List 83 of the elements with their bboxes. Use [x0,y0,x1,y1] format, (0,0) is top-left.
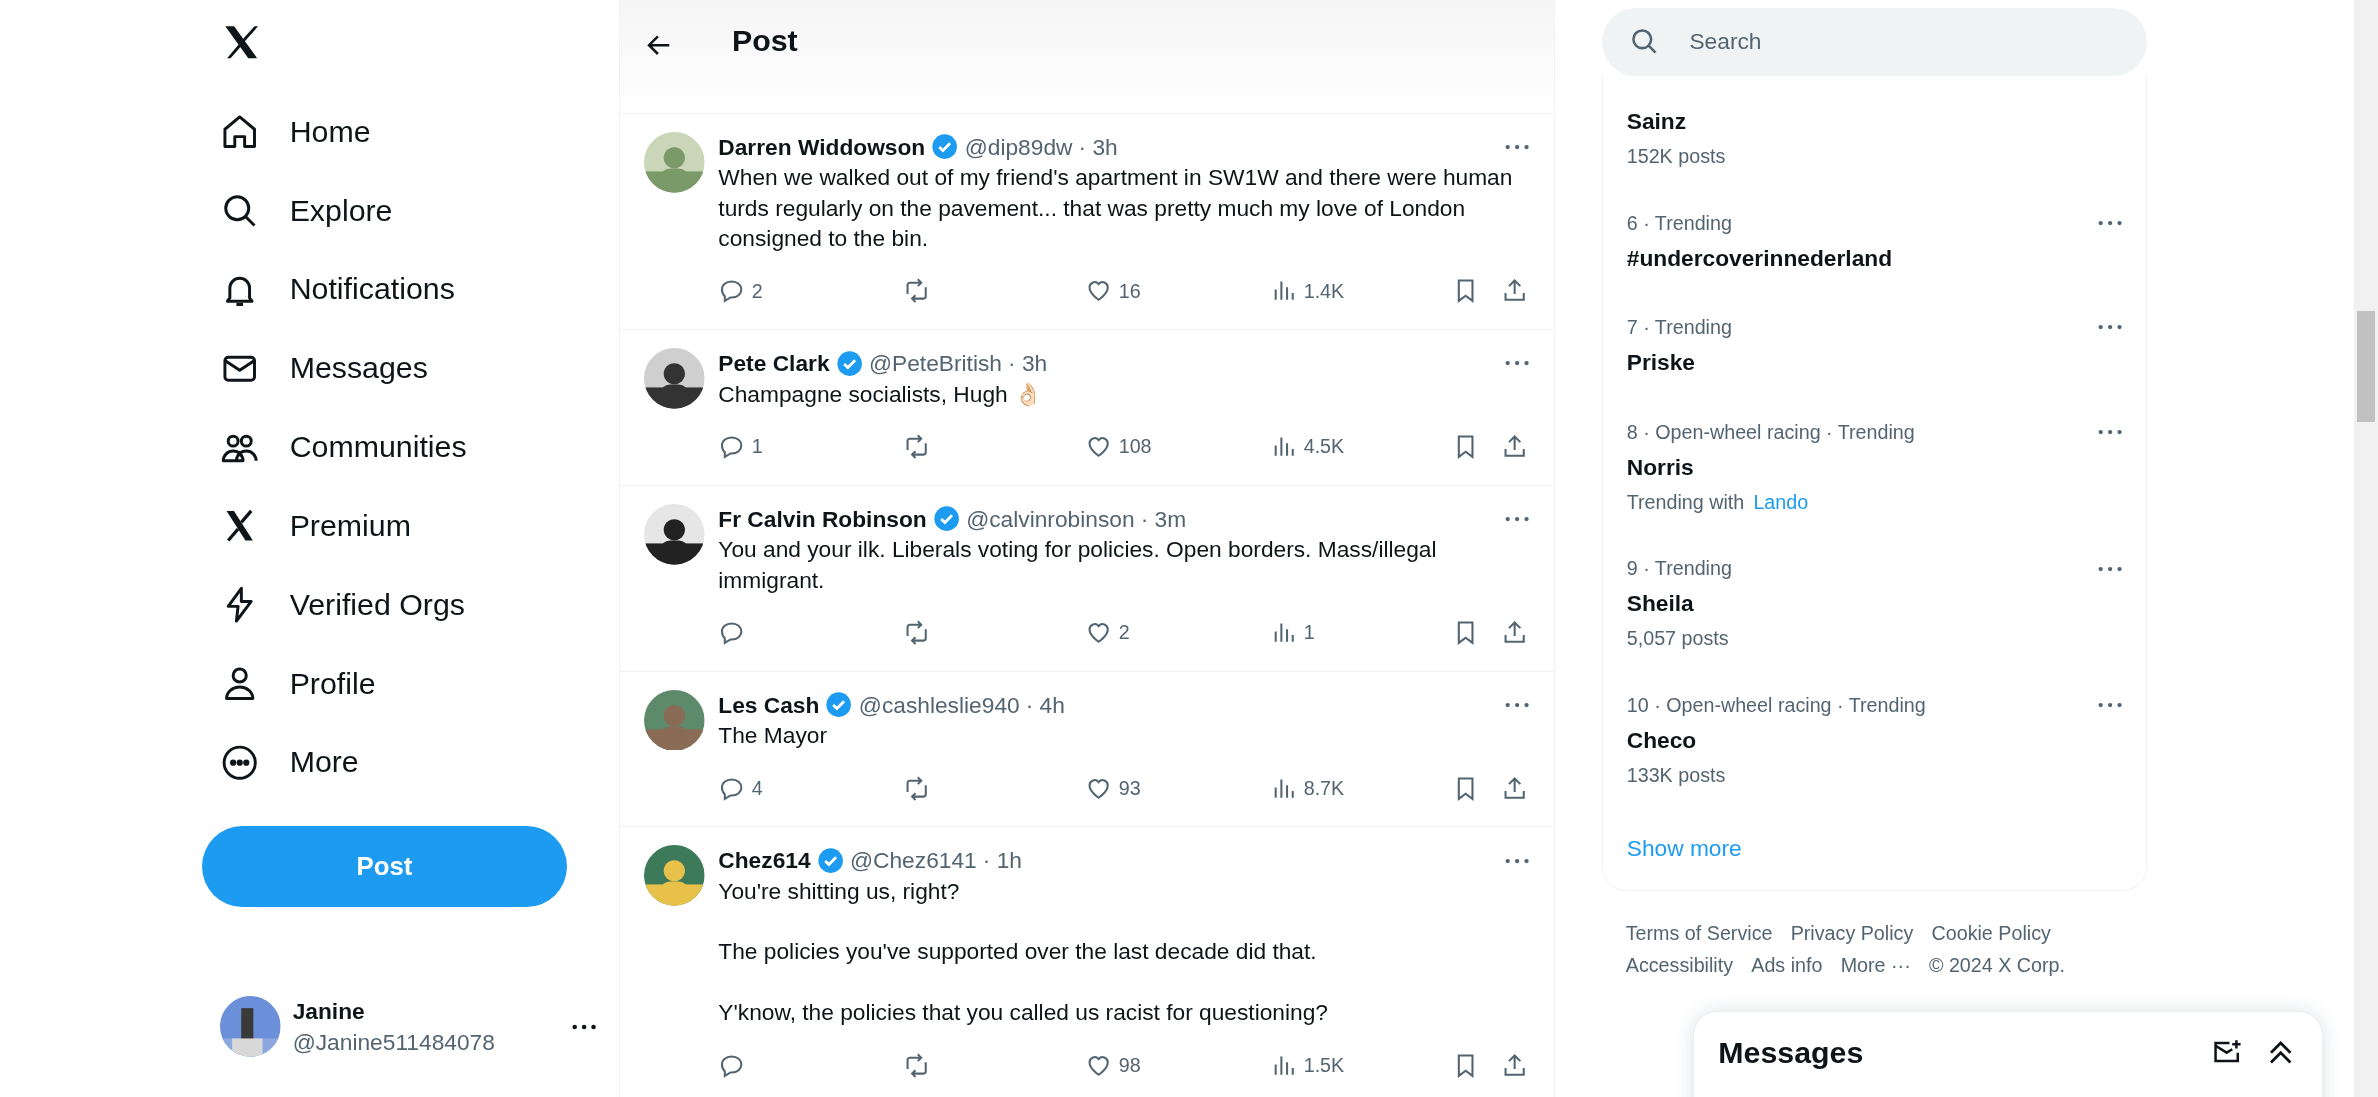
more-icon[interactable] [1505,857,1530,864]
like-count: 98 [1118,1053,1141,1077]
more-icon[interactable] [1505,701,1530,708]
author-name[interactable]: Fr Calvin Robinson [718,503,927,535]
post-time[interactable]: · 1h [982,845,1022,876]
trend-category: 8 · Open-wheel racing · Trending [1626,419,1915,445]
author-name[interactable]: Les Cash [718,689,820,721]
more-icon[interactable] [1505,144,1530,151]
footer-link[interactable]: Terms of Service [1625,921,1773,947]
post-text: You're shitting us, right? [718,876,961,906]
nav-item[interactable]: Explore [201,171,411,251]
nav-item[interactable]: Messages [201,329,447,408]
like-count: 93 [1118,776,1141,800]
account-name: Janine [292,997,366,1027]
more-icon[interactable] [2097,565,2123,572]
author-handle[interactable]: @cashleslie940 [858,689,1020,721]
view-count: 4.5K [1303,435,1345,459]
trend-name[interactable]: Sainz [1626,106,1687,137]
scrollbar[interactable] [2353,0,2378,1097]
trend-category: 6 · Trending [1626,210,1732,235]
trend-name[interactable]: Checo [1626,724,1697,756]
footer-link[interactable]: Ads info [1751,952,1823,979]
trend-category: 10 · Open-wheel racing · Trending [1626,692,1926,718]
post-text: The Mayor [718,721,828,751]
trending-with-label: Trending with [1626,489,1745,514]
post-time[interactable]: · 3h [1008,348,1048,379]
trend-name[interactable]: Sheila [1626,588,1694,619]
nav-item[interactable]: Home [201,92,389,172]
reply-count: 2 [751,279,763,303]
account-handle: @Janine511484078 [292,1027,496,1057]
view-count: 1 [1303,621,1315,645]
footer-link[interactable]: Privacy Policy [1790,921,1914,947]
more-icon[interactable] [1505,516,1530,523]
footer-link[interactable]: Accessibility [1625,952,1734,979]
author-handle[interactable]: @PeteBritish [868,348,1002,379]
like-count: 2 [1118,621,1130,645]
post-count: 152K posts [1626,144,1726,169]
search-field[interactable]: Search [1601,7,2148,76]
nav-item[interactable]: Notifications [201,250,474,329]
more-icon[interactable] [2097,219,2123,226]
nav-item[interactable]: Profile [201,644,394,724]
nav-item[interactable]: Communities [201,407,485,487]
trend-category: 9 · Trending [1626,556,1732,581]
footer-link[interactable]: Cookie Policy [1931,921,2051,947]
author-name[interactable]: Pete Clark [718,348,830,379]
nav-item[interactable]: Premium [201,486,430,566]
post-time[interactable]: · 4h [1025,689,1065,721]
view-count: 1.4K [1303,279,1345,303]
more-icon[interactable] [2097,324,2123,331]
like-count: 108 [1118,435,1152,459]
trend-name[interactable]: Norris [1626,451,1694,483]
post-text: When we walked out of my friend's apartment in SW1W and there were human turds regularly on the pavement... that was pretty much my love of London consigned to the bin. [718,163,1514,253]
page-title: Post [731,23,798,60]
like-count: 16 [1118,279,1141,303]
drawer-title: Messages [1718,1035,1864,1070]
author-handle[interactable]: @dip89dw [964,131,1073,163]
post-time[interactable]: · 3m [1140,503,1187,535]
more-icon[interactable] [2097,701,2123,708]
post-text: Y'know, the policies that you called us racist for questioning? [718,998,1329,1028]
trend-name[interactable]: #undercoverinnederland [1626,242,1893,273]
post-count: 5,057 posts [1626,626,1729,651]
trend-category: 7 · Trending [1626,315,1732,340]
view-count: 8.7K [1303,776,1345,800]
post-text: The policies you've supported over the last decade did that. [718,937,1318,967]
author-handle[interactable]: @calvinrobinson [966,503,1135,535]
post-count: 133K posts [1626,762,1726,787]
copyright: © 2024 X Corp. [1928,952,2065,978]
author-handle[interactable]: @Chez6141 [850,845,977,876]
post-text: You and your ilk. Liberals voting for policies. Open borders. Mass/illegal immigrant. [718,535,1438,595]
more-icon[interactable] [2097,429,2123,436]
reply-count: 4 [751,776,763,800]
author-name[interactable]: Chez614 [718,845,811,876]
post-time[interactable]: · 3h [1078,131,1118,163]
more-icon[interactable] [571,1023,596,1030]
view-count: 1.5K [1303,1053,1345,1077]
reply-count: 1 [751,435,763,459]
trend-name[interactable]: Priske [1626,347,1695,378]
nav-item[interactable]: More [201,723,377,803]
more-icon[interactable] [1505,360,1530,367]
post-text: Champagne socialists, Hugh 👌🏻 [718,379,1043,409]
nav-item[interactable]: Verified Orgs [201,565,484,645]
author-name[interactable]: Darren Widdowson [718,131,926,163]
footer-link[interactable]: More ··· [1840,952,1911,979]
